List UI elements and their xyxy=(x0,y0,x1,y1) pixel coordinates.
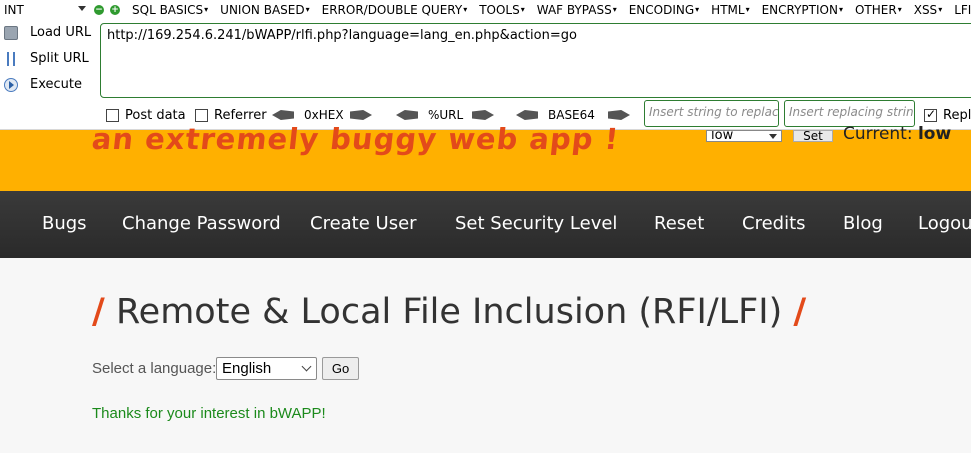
split-url-label: Split URL xyxy=(30,51,89,66)
checkbox-box-checked[interactable] xyxy=(924,107,937,122)
site-tagline: an extremely buggy web app ! xyxy=(90,122,621,156)
arrow-left-icon[interactable] xyxy=(272,110,294,120)
language-label: Select a language: xyxy=(92,360,217,377)
execute-label: Execute xyxy=(30,77,82,92)
current-label: Current: xyxy=(843,124,913,144)
hex-label: 0xHEX xyxy=(304,108,344,122)
nav-logout[interactable]: Logout xyxy=(918,213,971,234)
hackbar-menu-items: SQL BASICS UNION BASED ERROR/DOUBLE QUER… xyxy=(132,3,971,17)
split-url-button[interactable]: Split URL xyxy=(0,48,96,70)
referrer-checkbox[interactable]: Referrer xyxy=(195,107,267,123)
hackbar-url-input[interactable]: http://169.254.6.241/bWAPP/rlfi.php?lang… xyxy=(100,23,971,98)
arrow-right-icon[interactable] xyxy=(350,110,372,120)
checkbox-box[interactable] xyxy=(195,108,208,122)
title-slash-left: / xyxy=(92,292,105,332)
chevron-down-icon xyxy=(78,6,86,11)
nav-blog[interactable]: Blog xyxy=(843,213,883,234)
language-value: English xyxy=(222,360,272,377)
replace-all-checkbox[interactable]: Repl xyxy=(924,107,971,123)
menu-encryption[interactable]: ENCRYPTION xyxy=(762,3,843,17)
play-icon xyxy=(4,78,18,92)
language-select[interactable]: English xyxy=(216,357,317,380)
page-title-text: Remote & Local File Inclusion (RFI/LFI) xyxy=(115,292,783,332)
menu-encoding[interactable]: ENCODING xyxy=(629,3,699,17)
nav-bugs[interactable]: Bugs xyxy=(42,213,87,234)
set-security-button[interactable]: Set xyxy=(793,130,833,142)
main-nav: Bugs Change Password Create User Set Sec… xyxy=(0,191,971,258)
menu-other[interactable]: OTHER xyxy=(855,3,902,17)
hex-encoder[interactable]: 0xHEX xyxy=(272,107,372,123)
title-slash-right: / xyxy=(793,292,807,332)
url-enc-label: %URL xyxy=(428,108,464,122)
url-encoder[interactable]: %URL xyxy=(396,107,496,123)
site-header: an extremely buggy web app ! low Set Cur… xyxy=(0,122,971,191)
go-button[interactable]: Go xyxy=(322,357,359,380)
load-url-icon xyxy=(4,26,18,40)
referrer-label: Referrer xyxy=(214,107,267,123)
menu-lfi[interactable]: LFI xyxy=(954,3,971,17)
menu-html[interactable]: HTML xyxy=(711,3,749,17)
security-level-value: low xyxy=(711,130,734,142)
page-title: / Remote & Local File Inclusion (RFI/LFI… xyxy=(92,292,806,332)
replace-string-input[interactable]: Insert string to replace xyxy=(644,100,779,127)
menu-xss[interactable]: XSS xyxy=(914,3,942,17)
current-value: low xyxy=(917,124,952,144)
hackbar-toolbar: INT − + SQL BASICS UNION BASED ERROR/DOU… xyxy=(0,0,971,130)
replace-all-label: Repl xyxy=(943,107,971,123)
arrow-right-icon[interactable] xyxy=(472,110,494,120)
execute-button[interactable]: Execute xyxy=(0,74,96,96)
chevron-down-icon xyxy=(769,134,777,139)
hackbar-mode-select[interactable]: INT xyxy=(4,2,90,18)
load-url-button[interactable]: Load URL xyxy=(0,22,96,44)
thanks-message: Thanks for your interest in bWAPP! xyxy=(92,405,326,422)
minus-icon[interactable]: − xyxy=(94,5,104,15)
menu-error-double-query[interactable]: ERROR/DOUBLE QUERY xyxy=(322,3,468,17)
nav-credits[interactable]: Credits xyxy=(742,213,806,234)
menu-sql-basics[interactable]: SQL BASICS xyxy=(132,3,208,17)
nav-change-password[interactable]: Change Password xyxy=(122,213,281,234)
base64-label: BASE64 xyxy=(548,108,595,122)
load-url-label: Load URL xyxy=(30,25,92,40)
hackbar-menu-bar: INT − + SQL BASICS UNION BASED ERROR/DOU… xyxy=(0,0,971,20)
menu-union-based[interactable]: UNION BASED xyxy=(220,3,309,17)
chevron-down-icon xyxy=(301,361,312,372)
checkbox-box[interactable] xyxy=(106,108,119,122)
arrow-right-icon[interactable] xyxy=(608,110,630,120)
menu-tools[interactable]: TOOLS xyxy=(479,3,525,17)
menu-waf-bypass[interactable]: WAF BYPASS xyxy=(537,3,617,17)
nav-create-user[interactable]: Create User xyxy=(310,213,417,234)
post-data-label: Post data xyxy=(125,107,186,123)
arrow-left-icon[interactable] xyxy=(516,110,538,120)
post-data-checkbox[interactable]: Post data xyxy=(106,107,186,123)
main-content: / Remote & Local File Inclusion (RFI/LFI… xyxy=(0,258,971,453)
nav-set-security-level[interactable]: Set Security Level xyxy=(455,213,617,234)
arrow-left-icon[interactable] xyxy=(396,110,418,120)
hackbar-mode-value: INT xyxy=(4,3,24,17)
split-url-icon xyxy=(7,52,15,66)
security-level-select[interactable]: low xyxy=(706,130,782,142)
nav-reset[interactable]: Reset xyxy=(654,213,704,234)
replacing-string-input[interactable]: Insert replacing string xyxy=(784,100,915,127)
plus-icon[interactable]: + xyxy=(110,5,120,15)
current-security-label: Current: low xyxy=(843,124,951,144)
base64-encoder[interactable]: BASE64 xyxy=(516,107,636,123)
